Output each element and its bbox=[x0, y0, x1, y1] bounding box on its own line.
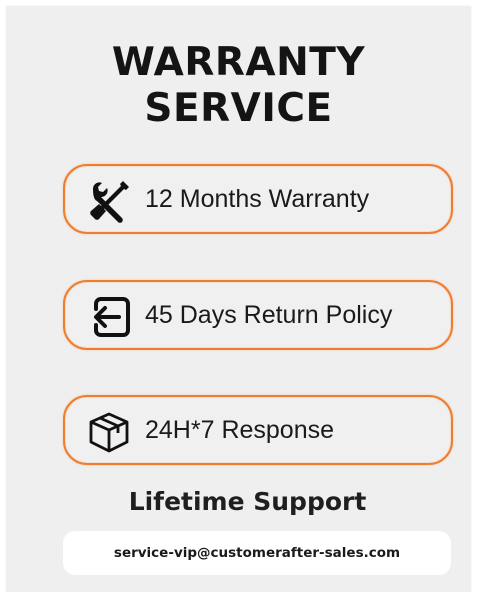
feature-response: 24H*7 Response bbox=[63, 395, 453, 465]
support-email[interactable]: service-vip@customerafter-sales.com bbox=[63, 531, 451, 575]
feature-warranty-label: 12 Months Warranty bbox=[145, 185, 370, 213]
page-title-line2: SERVICE bbox=[144, 86, 333, 131]
feature-return-policy-label: 45 Days Return Policy bbox=[145, 301, 393, 329]
bottom-strip bbox=[0, 592, 477, 598]
lifetime-support-heading: Lifetime Support bbox=[128, 487, 367, 516]
package-box-icon bbox=[87, 410, 131, 454]
page-title-line1: WARRANTY bbox=[111, 40, 366, 85]
feature-warranty: 12 Months Warranty bbox=[63, 164, 453, 234]
feature-response-label: 24H*7 Response bbox=[145, 416, 335, 444]
warranty-card: WARRANTY SERVICE 12 Months Warranty 45 D… bbox=[6, 6, 471, 598]
tools-icon bbox=[87, 179, 131, 223]
return-arrow-icon bbox=[87, 295, 131, 339]
feature-return-policy: 45 Days Return Policy bbox=[63, 280, 453, 350]
